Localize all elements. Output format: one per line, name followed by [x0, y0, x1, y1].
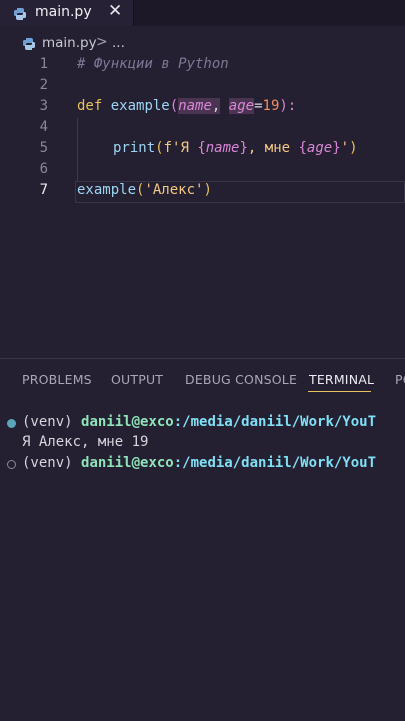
brace: } — [332, 140, 341, 156]
string: ' — [340, 140, 350, 156]
line-number: 7 — [39, 182, 48, 198]
equals: = — [254, 98, 263, 114]
brace: } — [239, 140, 248, 156]
chevron-right-icon: > — [96, 34, 108, 50]
tab-label: main.py — [35, 4, 92, 20]
paren: ( — [155, 140, 164, 156]
line-number: 4 — [39, 119, 48, 135]
code-line-2: 2 — [0, 76, 405, 97]
paren-close: ) — [203, 182, 212, 198]
paren-close: ): — [279, 98, 297, 114]
param-name: name — [178, 98, 212, 114]
terminal-line: (venv) daniil@exco:/media/daniil/Work/Yo… — [0, 414, 405, 434]
active-tab-indicator — [308, 391, 371, 392]
breadcrumb: main.py > ... — [0, 34, 405, 54]
command-pending-dot-icon — [7, 460, 16, 469]
venv-prefix: (venv) — [22, 414, 82, 430]
paren: ( — [169, 98, 179, 114]
string: 'Алекс' — [144, 182, 204, 198]
line-number: 1 — [39, 56, 48, 72]
tab-main-py[interactable]: main.py ✕ — [0, 0, 134, 26]
number: 19 — [262, 98, 280, 114]
close-icon[interactable]: ✕ — [108, 1, 122, 21]
tab-ports[interactable]: PO — [395, 372, 405, 387]
comma: , — [211, 98, 221, 114]
paren-close: ) — [349, 140, 358, 156]
line-number: 3 — [39, 98, 48, 114]
brace: { — [197, 140, 206, 156]
python-file-icon — [13, 6, 27, 25]
var-name: name — [205, 140, 240, 156]
string: , мне — [247, 140, 299, 156]
code-line-1: 1 # Функции в Python — [0, 55, 405, 76]
code-line-5: 5 print(f'Я {name}, мне {age}') — [0, 139, 405, 160]
prompt-path: :/media/daniil/Work/YouT — [173, 455, 377, 471]
code-line-7: 7 example('Алекс') — [0, 181, 405, 203]
brace: { — [298, 140, 307, 156]
terminal-output-line: Я Алекс, мне 19 — [0, 434, 405, 454]
var-age: age — [306, 140, 333, 156]
function-name: example — [77, 182, 137, 198]
code-line-6: 6 — [0, 160, 405, 181]
prompt-user: daniil@exco — [81, 414, 174, 430]
tab-terminal[interactable]: TERMINAL — [309, 372, 374, 387]
tab-problems[interactable]: PROBLEMS — [22, 372, 92, 387]
python-file-icon — [22, 36, 36, 55]
param-age: age — [228, 98, 255, 114]
tab-debug-console[interactable]: DEBUG CONSOLE — [185, 372, 297, 387]
line-number: 2 — [39, 77, 48, 93]
prompt-user: daniil@exco — [81, 455, 174, 471]
string: f'Я — [163, 140, 198, 156]
terminal-line[interactable]: (venv) daniil@exco:/media/daniil/Work/Yo… — [0, 455, 405, 475]
breadcrumb-file[interactable]: main.py — [42, 35, 97, 51]
prompt-path: :/media/daniil/Work/YouT — [173, 414, 377, 430]
venv-prefix: (venv) — [22, 455, 82, 471]
line-number: 6 — [39, 161, 48, 177]
program-output: Я Алекс, мне 19 — [22, 434, 149, 450]
bottom-panel: PROBLEMS OUTPUT DEBUG CONSOLE TERMINAL P… — [0, 358, 405, 721]
command-success-dot-icon[interactable] — [7, 419, 16, 428]
tab-output[interactable]: OUTPUT — [111, 372, 163, 387]
line-number: 5 — [39, 140, 48, 156]
code-line-3: 3 def example(name, age=19): — [0, 97, 405, 118]
function-name: example — [110, 98, 170, 114]
function-name: print — [113, 140, 156, 156]
breadcrumb-more[interactable]: ... — [112, 35, 125, 51]
comment: # Функции в Python — [77, 56, 229, 72]
editor-tab-bar: main.py ✕ — [0, 0, 405, 26]
keyword: def — [77, 98, 103, 114]
code-line-4: 4 — [0, 118, 405, 139]
